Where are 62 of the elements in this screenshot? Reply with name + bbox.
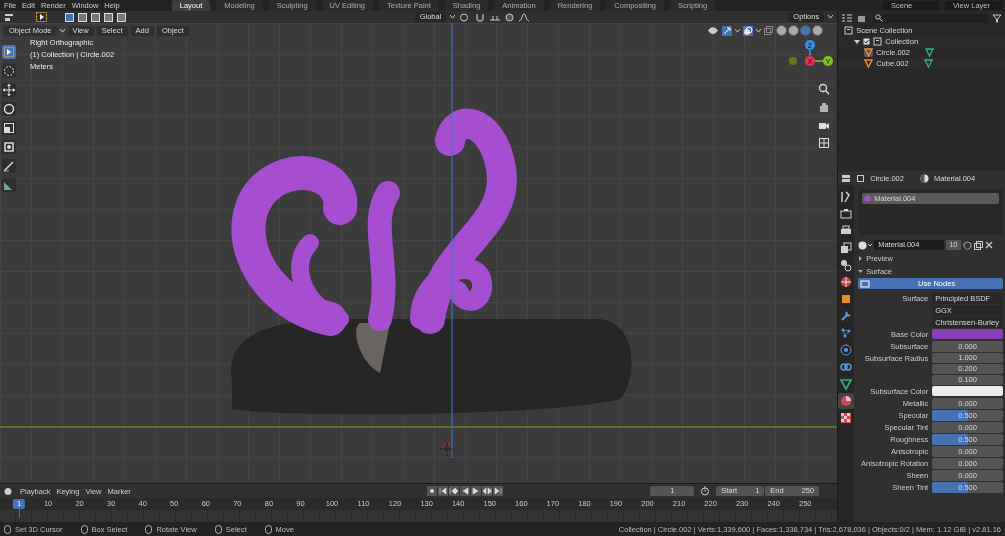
playback-button-icon[interactable] [437, 486, 448, 496]
snap-magnet-icon[interactable] [475, 12, 486, 22]
gizmo-axis-dot[interactable] [789, 57, 797, 65]
visibility-eye-icon[interactable] [707, 26, 720, 35]
shading-mode-button[interactable] [788, 25, 800, 36]
color-swatch[interactable] [932, 386, 1003, 396]
cursor-tool-icon[interactable] [2, 64, 16, 78]
select-tool-icon[interactable] [2, 45, 16, 59]
material-sphere-icon [919, 173, 929, 183]
color-swatch[interactable] [932, 329, 1003, 339]
zoom-icon[interactable] [818, 83, 830, 95]
proportional-edit-icon[interactable] [505, 12, 515, 22]
shading-mode-button[interactable] [812, 25, 824, 36]
mouse-icon [264, 524, 272, 534]
transform-tool-icon[interactable] [2, 140, 16, 154]
search-field[interactable] [873, 13, 988, 23]
grid-icon[interactable] [818, 137, 830, 149]
mouse-icon [80, 524, 88, 534]
sphere-icon [864, 195, 872, 202]
fake-user-shield-icon[interactable] [962, 240, 972, 250]
mouse-icon [145, 524, 153, 534]
scale-tool-icon[interactable] [2, 121, 16, 135]
gizmo-line [814, 60, 824, 62]
scene-icon[interactable] [838, 257, 855, 273]
close-icon[interactable] [984, 241, 993, 249]
rotate-tool-icon[interactable] [2, 102, 16, 116]
orbit-icon[interactable] [838, 342, 855, 358]
sphere-icon[interactable] [838, 393, 855, 409]
falloff-curve-icon[interactable] [518, 12, 531, 22]
overlay-icon[interactable] [743, 25, 754, 36]
measure-tool-icon[interactable] [2, 178, 16, 192]
record-button-icon[interactable] [426, 486, 437, 496]
shading-mode-button[interactable] [776, 25, 788, 36]
collection-box-icon[interactable] [844, 26, 854, 35]
triangle-icon[interactable] [838, 376, 855, 392]
playback-button-icon[interactable] [448, 486, 459, 496]
xray-icon[interactable] [764, 26, 774, 35]
duplicate-icon[interactable] [973, 240, 983, 250]
search-icon [875, 14, 884, 22]
playback-button-icon[interactable] [459, 486, 470, 496]
gizmo-line [809, 48, 811, 57]
expand-arrow-icon[interactable] [858, 268, 864, 274]
expand-arrow-icon[interactable] [854, 38, 861, 45]
layers-icon[interactable] [838, 240, 855, 256]
stopwatch-icon[interactable] [700, 486, 711, 496]
checkbox[interactable] [863, 38, 871, 45]
playback-button-icon[interactable] [481, 486, 492, 496]
select-tool-icon[interactable] [36, 12, 47, 22]
filter-icon[interactable] [992, 13, 1002, 23]
playback-button-icon[interactable] [470, 486, 481, 496]
annotate-tool-icon[interactable] [2, 159, 16, 173]
gizmo-icon[interactable] [722, 25, 733, 36]
node-tree-icon [860, 279, 871, 288]
display-mode-icon[interactable] [841, 13, 854, 23]
browse-material-icon[interactable] [858, 240, 873, 250]
object-icon [856, 173, 866, 183]
expand-arrow-icon[interactable] [858, 255, 864, 261]
mouse-icon [4, 524, 11, 534]
collection-box-icon[interactable] [873, 37, 883, 46]
playback-button-icon[interactable] [492, 486, 503, 496]
move-tool-icon[interactable] [2, 83, 16, 97]
mouse-icon [214, 524, 222, 534]
